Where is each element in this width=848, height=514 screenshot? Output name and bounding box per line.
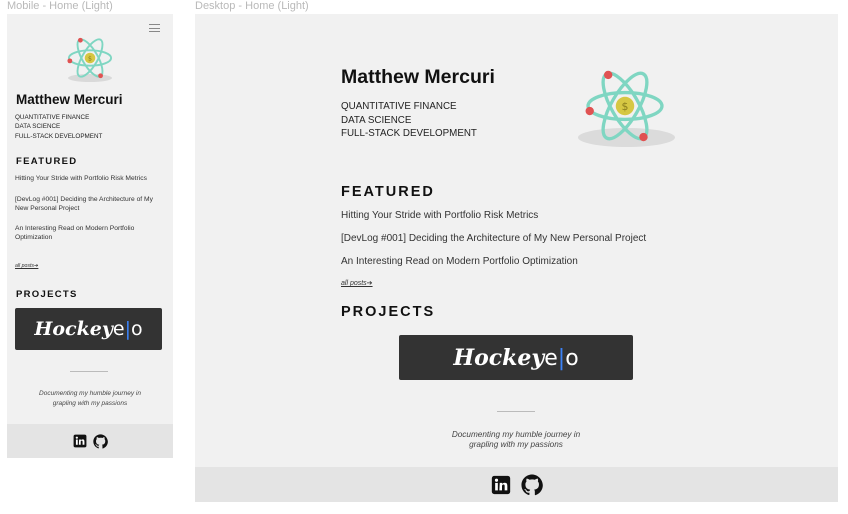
all-posts-link[interactable]: all posts➔ xyxy=(341,279,373,287)
featured-post-link[interactable]: [DevLog #001] Deciding the Architecture … xyxy=(341,233,646,256)
tag-item: QUANTITATIVE FINANCE xyxy=(341,101,457,112)
logo-e: e xyxy=(544,345,558,371)
profile-name: Matthew Mercuri xyxy=(341,66,495,88)
profile-name: Matthew Mercuri xyxy=(16,92,123,107)
tag-item: FULL-STACK DEVELOPMENT xyxy=(15,132,103,140)
github-icon[interactable] xyxy=(92,433,108,449)
featured-list: Hitting Your Stride with Portfolio Risk … xyxy=(15,175,165,255)
footer xyxy=(195,467,838,502)
footer xyxy=(7,424,173,458)
featured-heading: FEATURED xyxy=(341,184,435,200)
featured-heading: FEATURED xyxy=(16,156,78,167)
featured-list: Hitting Your Stride with Portfolio Risk … xyxy=(341,210,646,279)
tagline: Documenting my humble journey in graplin… xyxy=(415,430,617,450)
logo-o: o xyxy=(130,318,143,340)
logo-e: e xyxy=(112,318,125,340)
divider xyxy=(497,411,535,412)
linkedin-icon[interactable] xyxy=(73,434,87,448)
atom-logo-icon: $ xyxy=(67,37,113,79)
all-posts-link[interactable]: all posts➔ xyxy=(15,263,38,269)
logo-word: Hockey xyxy=(453,344,545,371)
tagline-line: grapling with my passions xyxy=(52,399,128,407)
linkedin-icon[interactable] xyxy=(491,475,511,495)
atom-logo-icon: $ xyxy=(585,70,664,142)
tag-item: DATA SCIENCE xyxy=(15,123,61,131)
tag-item: FULL-STACK DEVELOPMENT xyxy=(341,128,477,139)
hockeyelo-logo: Hockey e | o xyxy=(453,345,578,371)
tagline-line: Documenting my humble journey in xyxy=(451,430,581,439)
featured-post-link[interactable]: Hitting Your Stride with Portfolio Risk … xyxy=(15,175,165,184)
profile-tags: QUANTITATIVE FINANCE DATA SCIENCE FULL-S… xyxy=(15,113,102,141)
hockeyelo-logo: Hockey e | o xyxy=(34,318,142,340)
hockeyelo-project-banner[interactable]: Hockey e | o xyxy=(15,308,162,350)
svg-text:$: $ xyxy=(622,100,629,113)
hockeyelo-project-banner[interactable]: Hockey e | o xyxy=(399,335,633,380)
hamburger-menu-icon[interactable] xyxy=(149,24,160,32)
tagline-line: Documenting my humble journey in xyxy=(39,390,141,397)
tag-item: QUANTITATIVE FINANCE xyxy=(15,114,90,121)
logo-bar: | xyxy=(557,345,566,371)
featured-post-link[interactable]: An Interesting Read on Modern Portfolio … xyxy=(341,256,646,279)
projects-heading: PROJECTS xyxy=(16,289,78,300)
github-icon[interactable] xyxy=(520,473,543,496)
tagline-line: grapling with my passions xyxy=(469,440,563,449)
divider xyxy=(70,371,108,372)
logo-word: Hockey xyxy=(34,318,113,340)
featured-post-link[interactable]: An Interesting Read on Modern Portfolio … xyxy=(15,225,165,243)
profile-tags: QUANTITATIVE FINANCE DATA SCIENCE FULL-S… xyxy=(341,100,477,141)
featured-post-link[interactable]: Hitting Your Stride with Portfolio Risk … xyxy=(341,210,646,233)
projects-heading: PROJECTS xyxy=(341,304,436,320)
svg-text:$: $ xyxy=(88,55,92,62)
tagline: Documenting my humble journey in graplin… xyxy=(15,389,165,408)
desktop-frame-label: Desktop - Home (Light) xyxy=(195,0,309,12)
logo-o: o xyxy=(565,345,579,371)
mobile-frame-label: Mobile - Home (Light) xyxy=(7,0,113,12)
featured-post-link[interactable]: [DevLog #001] Deciding the Architecture … xyxy=(15,196,165,214)
desktop-frame: Matthew Mercuri QUANTITATIVE FINANCE DAT… xyxy=(195,14,838,502)
tag-item: DATA SCIENCE xyxy=(341,114,412,126)
mobile-frame: $ Matthew Mercuri QUANTITATIVE FINANCE D… xyxy=(7,14,173,458)
